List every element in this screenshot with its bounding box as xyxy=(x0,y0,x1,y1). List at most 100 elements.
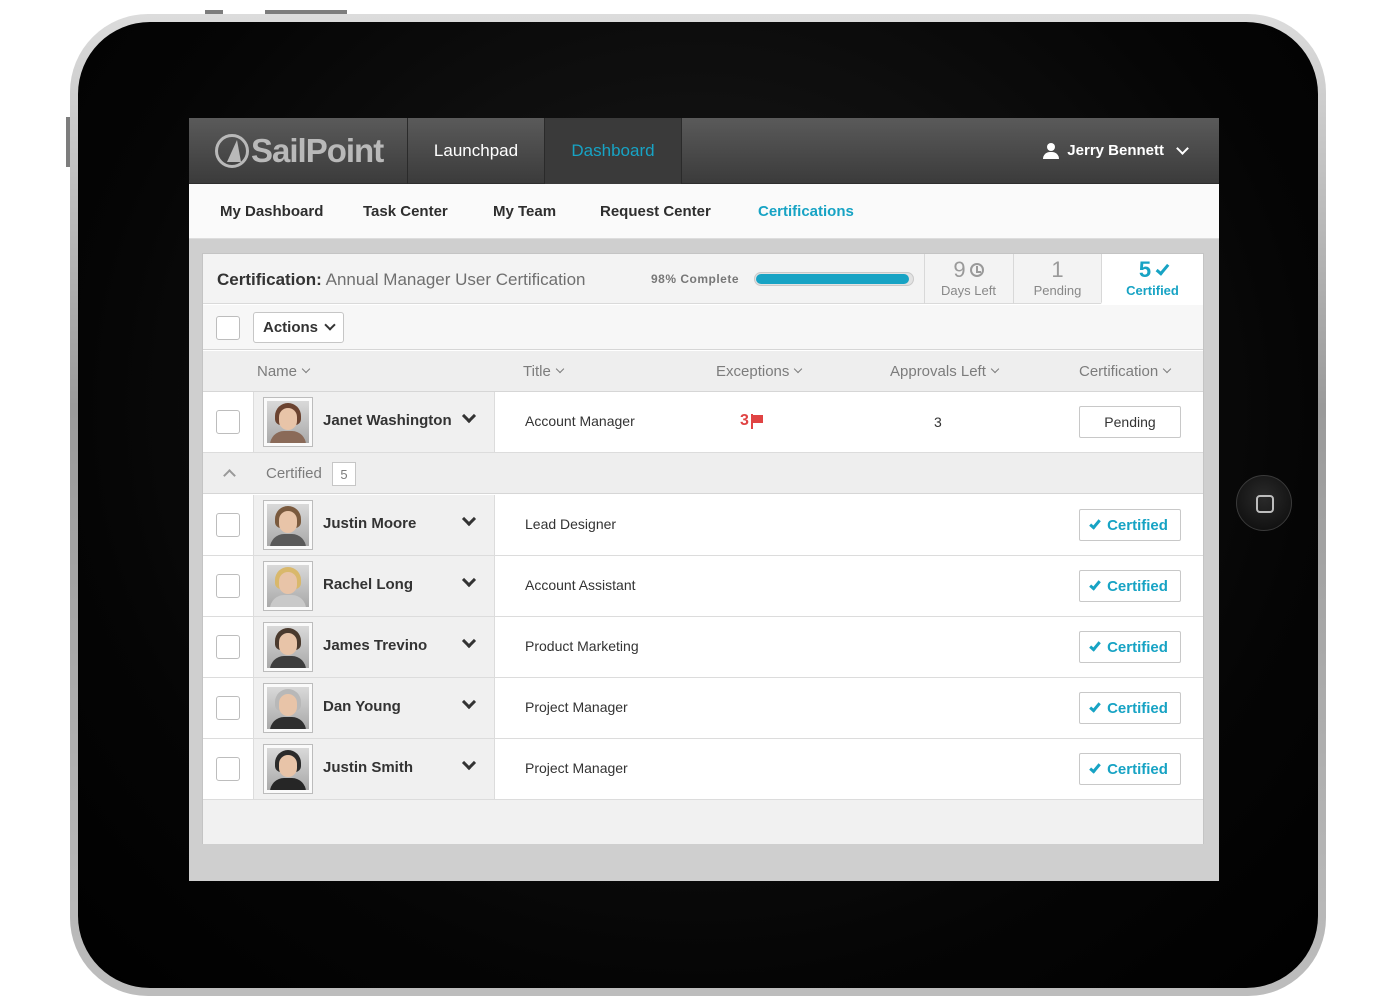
pending-stat[interactable]: 1 Pending xyxy=(1013,254,1101,304)
checkmark-icon xyxy=(1155,260,1170,276)
pending-label: Pending xyxy=(1033,283,1082,298)
chevron-down-icon xyxy=(324,319,336,331)
table-row[interactable]: Justin Moore Lead Designer Certified xyxy=(203,495,1203,556)
certified-button[interactable]: Certified xyxy=(1079,570,1181,602)
chevron-down-icon[interactable] xyxy=(461,511,477,527)
subnav-task-center[interactable]: Task Center xyxy=(363,203,448,220)
table-row[interactable]: Rachel Long Account Assistant Certified xyxy=(203,556,1203,617)
person-title: Project Manager xyxy=(525,699,628,715)
subnav-certifications[interactable]: Certifications xyxy=(758,203,854,220)
sort-chevron-icon xyxy=(990,364,1000,374)
person-name: Justin Moore xyxy=(323,515,417,532)
power-button xyxy=(265,10,347,14)
column-approvals-label: Approvals Left xyxy=(890,363,986,380)
approvals-left: 3 xyxy=(934,414,942,430)
home-square-icon xyxy=(1256,495,1274,513)
exceptions-count[interactable]: 3 xyxy=(740,412,763,430)
chevron-down-icon[interactable] xyxy=(461,694,477,710)
column-name-label: Name xyxy=(257,363,298,380)
certified-status-label: Certified xyxy=(1107,699,1168,717)
certified-stat[interactable]: 5 Certified xyxy=(1101,254,1203,304)
row-checkbox[interactable] xyxy=(216,696,240,720)
progress-fill xyxy=(756,274,909,284)
volume-button xyxy=(205,10,223,14)
subnav-request-center[interactable]: Request Center xyxy=(600,203,711,220)
certified-button[interactable]: Certified xyxy=(1079,509,1181,541)
actions-label: Actions xyxy=(263,319,319,336)
certified-status-label: Certified xyxy=(1107,516,1168,534)
logo[interactable]: SailPoint xyxy=(189,118,408,184)
certified-value: 5 xyxy=(1138,257,1152,282)
progress-bar xyxy=(754,272,914,286)
table-row[interactable]: Janet Washington Account Manager 3 3 Pen… xyxy=(203,392,1203,453)
sail-logo-icon xyxy=(215,134,249,168)
column-name[interactable]: Name xyxy=(257,363,311,380)
person-title: Account Assistant xyxy=(525,577,636,593)
table-row[interactable]: Justin Smith Project Manager Certified xyxy=(203,739,1203,800)
column-title[interactable]: Title xyxy=(523,363,565,380)
column-title-label: Title xyxy=(523,363,551,380)
person-title: Product Marketing xyxy=(525,638,639,654)
top-nav-dashboard[interactable]: Dashboard xyxy=(545,118,682,184)
user-name: Jerry Bennett xyxy=(1067,142,1164,159)
name-cell[interactable]: Justin Moore xyxy=(253,495,495,555)
percent-complete: 98% Complete xyxy=(651,272,740,286)
name-cell[interactable]: Rachel Long xyxy=(253,556,495,616)
sort-chevron-icon xyxy=(555,364,565,374)
certification-header: Certification: Annual Manager User Certi… xyxy=(203,254,1203,304)
user-menu[interactable]: Jerry Bennett xyxy=(1043,141,1189,159)
name-cell[interactable]: Janet Washington xyxy=(253,392,495,452)
certified-button[interactable]: Certified xyxy=(1079,692,1181,724)
person-name: Justin Smith xyxy=(323,759,414,776)
checkmark-icon xyxy=(1089,517,1101,530)
subnav-my-dashboard[interactable]: My Dashboard xyxy=(220,203,323,220)
sub-navigation: My Dashboard Task Center My Team Request… xyxy=(189,184,1219,239)
certified-button[interactable]: Certified xyxy=(1079,753,1181,785)
certified-group-header[interactable]: Certified 5 xyxy=(203,453,1203,494)
avatar xyxy=(263,561,313,611)
table-row[interactable]: Dan Young Project Manager Certified xyxy=(203,678,1203,739)
days-left-label: Days Left xyxy=(941,283,996,298)
checkmark-icon xyxy=(1089,700,1101,713)
column-approvals-left[interactable]: Approvals Left xyxy=(890,363,1000,380)
row-checkbox[interactable] xyxy=(216,410,240,434)
home-button-icon[interactable] xyxy=(1236,475,1292,531)
column-certification[interactable]: Certification xyxy=(1079,363,1172,380)
table-row[interactable]: James Trevino Product Marketing Certifie… xyxy=(203,617,1203,678)
pending-button[interactable]: Pending xyxy=(1079,406,1181,438)
panel-footer xyxy=(203,800,1203,844)
certification-title: Certification: Annual Manager User Certi… xyxy=(217,270,586,290)
actions-dropdown[interactable]: Actions xyxy=(253,312,345,343)
chevron-up-icon[interactable] xyxy=(223,469,236,482)
row-checkbox[interactable] xyxy=(216,513,240,537)
select-all-checkbox[interactable] xyxy=(216,316,240,340)
column-exceptions[interactable]: Exceptions xyxy=(716,363,803,380)
column-exceptions-label: Exceptions xyxy=(716,363,790,380)
certified-status-label: Certified xyxy=(1107,760,1168,778)
certification-panel: Certification: Annual Manager User Certi… xyxy=(202,253,1204,844)
table-toolbar: Actions xyxy=(203,305,1203,350)
sort-chevron-icon xyxy=(794,364,803,374)
avatar xyxy=(263,397,313,447)
person-name: Janet Washington xyxy=(323,412,452,429)
chevron-down-icon[interactable] xyxy=(461,572,477,588)
row-checkbox[interactable] xyxy=(216,635,240,659)
certified-button[interactable]: Certified xyxy=(1079,631,1181,663)
chevron-down-icon[interactable] xyxy=(461,408,477,424)
top-nav-launchpad[interactable]: Launchpad xyxy=(408,118,545,184)
group-count-badge: 5 xyxy=(332,462,356,486)
name-cell[interactable]: Justin Smith xyxy=(253,739,495,799)
pending-status-label: Pending xyxy=(1104,414,1156,430)
chevron-down-icon[interactable] xyxy=(461,633,477,649)
name-cell[interactable]: Dan Young xyxy=(253,678,495,738)
certification-name: Annual Manager User Certification xyxy=(325,270,586,289)
person-title: Account Manager xyxy=(525,413,635,429)
avatar xyxy=(263,500,313,550)
chevron-down-icon[interactable] xyxy=(461,755,477,771)
row-checkbox[interactable] xyxy=(216,757,240,781)
chevron-down-icon xyxy=(1176,141,1189,155)
row-checkbox[interactable] xyxy=(216,574,240,598)
certification-label: Certification: xyxy=(217,270,322,289)
subnav-my-team[interactable]: My Team xyxy=(493,203,556,220)
name-cell[interactable]: James Trevino xyxy=(253,617,495,677)
